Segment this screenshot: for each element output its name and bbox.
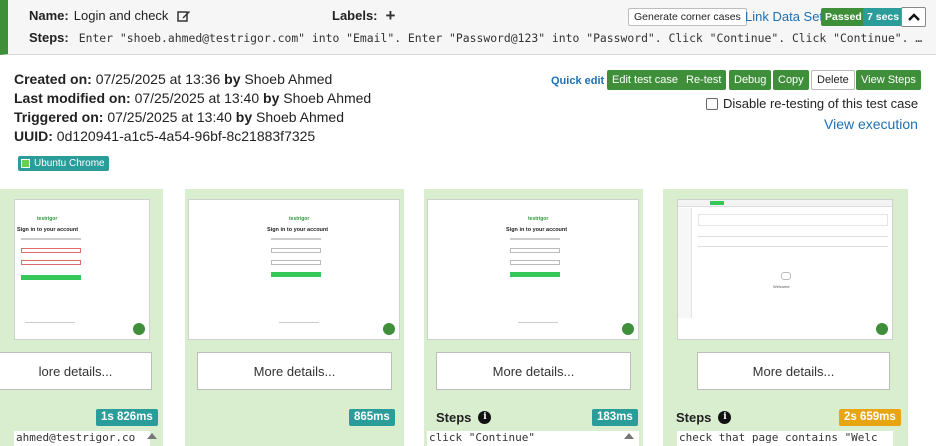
created-value: 07/25/2025 at 13:36 bbox=[95, 71, 221, 87]
add-label-icon[interactable]: + bbox=[386, 7, 396, 24]
triggered-label: Triggered on: bbox=[14, 109, 104, 125]
uuid-row: UUID: 0d120941-a1c5-4a54-96bf-8c21883f73… bbox=[14, 127, 371, 146]
info-icon[interactable]: i bbox=[718, 411, 732, 424]
edit-icon[interactable] bbox=[177, 9, 191, 23]
platform-tag-label: Ubuntu Chrome bbox=[34, 158, 105, 169]
steps-heading: Steps i bbox=[676, 410, 732, 425]
retest-button[interactable]: Re-test bbox=[681, 70, 727, 90]
duration-badge: 7 secs bbox=[863, 8, 904, 26]
step-duration-badge: 2s 659ms bbox=[839, 409, 901, 426]
more-details-button[interactable]: lore details... bbox=[0, 352, 152, 390]
created-row: Created on: 07/25/2025 at 13:36 by Shoeb… bbox=[14, 70, 371, 89]
step-card-2: testrigor Sign in to your account More d… bbox=[185, 189, 404, 446]
modified-row: Last modified on: 07/25/2025 at 13:40 by… bbox=[14, 89, 371, 108]
more-details-button[interactable]: More details... bbox=[697, 352, 890, 390]
step-duration-badge: 865ms bbox=[349, 409, 395, 426]
modified-label: Last modified on: bbox=[14, 90, 131, 106]
steps-heading-label: Steps bbox=[436, 410, 472, 425]
disable-retesting-label: Disable re-testing of this test case bbox=[723, 96, 919, 111]
modified-by-label: by bbox=[263, 90, 280, 106]
step-code: check that page contains "Welc bbox=[677, 431, 893, 446]
modified-by: Shoeb Ahmed bbox=[283, 90, 372, 106]
created-by-label: by bbox=[224, 71, 241, 87]
step-screenshot[interactable]: Welcome bbox=[677, 199, 893, 340]
generate-corner-cases-button[interactable]: Generate corner cases bbox=[628, 8, 747, 26]
debug-button[interactable]: Debug bbox=[729, 70, 772, 90]
step-screenshot[interactable]: testrigor Sign in to your account bbox=[188, 199, 400, 340]
scroll-up-icon[interactable] bbox=[147, 433, 157, 439]
disable-retesting-checkbox[interactable] bbox=[706, 97, 718, 110]
step-screenshot[interactable]: testrigor Sign in to your account bbox=[14, 199, 150, 340]
copy-button[interactable]: Copy bbox=[773, 70, 809, 90]
mini-title: Sign in to your account bbox=[506, 227, 568, 233]
name-row: Name: Login and check bbox=[29, 8, 191, 23]
created-label: Created on: bbox=[14, 71, 92, 87]
triggered-value: 07/25/2025 at 13:40 bbox=[107, 109, 232, 125]
uuid-value: 0d120941-a1c5-4a54-96bf-8c21883f7325 bbox=[56, 128, 316, 144]
edit-test-case-button[interactable]: Edit test case bbox=[607, 70, 684, 90]
mini-logo: testrigor bbox=[37, 216, 58, 222]
camera-icon[interactable] bbox=[383, 323, 395, 335]
mini-title: Sign in to your account bbox=[267, 227, 329, 233]
mini-welcome: Welcome bbox=[773, 284, 790, 289]
triggered-by: Shoeb Ahmed bbox=[256, 109, 344, 125]
steps-summary: Enter "shoeb.ahmed@testrigor.com" into "… bbox=[78, 30, 923, 45]
steps-heading: Steps i bbox=[436, 410, 492, 425]
chevron-up-icon bbox=[907, 13, 920, 21]
test-name: Login and check bbox=[73, 8, 169, 23]
steps-heading-label: Steps bbox=[676, 410, 712, 425]
delete-button[interactable]: Delete bbox=[811, 70, 855, 90]
camera-icon[interactable] bbox=[622, 323, 634, 335]
mini-title: Sign in to your account bbox=[17, 227, 79, 233]
collapse-button[interactable] bbox=[901, 7, 926, 27]
more-details-button[interactable]: More details... bbox=[197, 352, 392, 390]
uuid-label: UUID: bbox=[14, 128, 53, 144]
quick-edit-link[interactable]: Quick edit bbox=[551, 75, 604, 87]
step-card-1: testrigor Sign in to your account lore d… bbox=[0, 189, 163, 446]
step-code: ahmed@testrigor.co bbox=[14, 431, 150, 446]
mini-logo: testrigor bbox=[289, 216, 310, 222]
triggered-row: Triggered on: 07/25/2025 at 13:40 by Sho… bbox=[14, 108, 371, 127]
platform-tag: Ubuntu Chrome bbox=[18, 156, 109, 171]
step-screenshot[interactable]: testrigor Sign in to your account bbox=[427, 199, 639, 340]
view-execution-link[interactable]: View execution bbox=[824, 116, 918, 132]
step-duration-badge: 183ms bbox=[592, 409, 638, 426]
view-steps-button[interactable]: View Steps bbox=[856, 70, 921, 90]
step-code: click "Continue" bbox=[427, 431, 639, 446]
status-badge: Passed bbox=[821, 8, 866, 26]
name-label: Name: bbox=[29, 8, 69, 23]
steps-row: Steps: Enter "shoeb.ahmed@testrigor.com"… bbox=[29, 30, 922, 45]
info-icon[interactable]: i bbox=[478, 411, 492, 424]
disable-retesting-row[interactable]: Disable re-testing of this test case bbox=[706, 96, 918, 111]
scroll-up-icon[interactable] bbox=[624, 433, 634, 439]
link-data-set-link[interactable]: Link Data Set bbox=[745, 9, 823, 24]
more-details-button[interactable]: More details... bbox=[436, 352, 631, 390]
created-by: Shoeb Ahmed bbox=[244, 71, 333, 87]
chrome-icon bbox=[21, 159, 30, 168]
step-duration-badge: 1s 826ms bbox=[96, 409, 158, 426]
triggered-by-label: by bbox=[235, 109, 253, 125]
test-case-header: Name: Login and check Labels: + Steps: E… bbox=[0, 0, 936, 55]
camera-icon[interactable] bbox=[876, 323, 888, 335]
steps-label: Steps: bbox=[29, 30, 69, 45]
step-card-4: Welcome More details... Steps i 2s 659ms… bbox=[663, 189, 908, 446]
labels-label: Labels: bbox=[332, 8, 378, 23]
mini-logo: testrigor bbox=[528, 216, 549, 222]
step-card-3: testrigor Sign in to your account More d… bbox=[424, 189, 643, 446]
camera-icon[interactable] bbox=[133, 323, 145, 335]
modified-value: 07/25/2025 at 13:40 bbox=[134, 90, 260, 106]
test-meta: Created on: 07/25/2025 at 13:36 by Shoeb… bbox=[14, 70, 371, 146]
labels-row: Labels: + bbox=[332, 7, 396, 24]
